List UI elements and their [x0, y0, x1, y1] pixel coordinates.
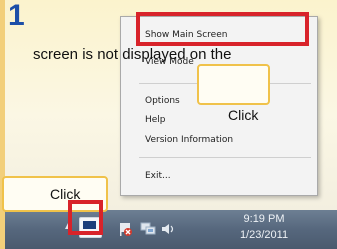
- clock-date: 1/23/2011: [239, 229, 289, 241]
- network-icon[interactable]: [140, 222, 156, 236]
- windows-taskbar: ▲ 9:19 PM 1/23/2011: [5, 210, 337, 249]
- click-callout-menu: [197, 64, 270, 105]
- menu-item-help[interactable]: Help: [145, 115, 166, 125]
- taskbar-clock[interactable]: 9:19 PM 1/23/2011: [228, 211, 300, 242]
- highlight-tray-icon: [68, 200, 103, 235]
- step-number: 1: [8, 0, 25, 32]
- action-center-flag-icon[interactable]: [118, 222, 133, 236]
- clock-time: 9:19 PM: [243, 213, 285, 225]
- menu-separator: [139, 157, 311, 158]
- click-label-tray: Click: [50, 186, 81, 202]
- screenshot-stage: 1 screen is not displayed on the Show Ma…: [0, 0, 337, 249]
- instruction-caption: screen is not displayed on the: [33, 46, 232, 63]
- menu-item-options[interactable]: Options: [145, 96, 180, 106]
- click-label-menu: Click: [228, 107, 259, 123]
- volume-icon[interactable]: [161, 223, 175, 235]
- menu-item-exit[interactable]: Exit...: [145, 171, 171, 181]
- menu-item-version-information[interactable]: Version Information: [145, 135, 233, 145]
- highlight-show-main-screen: [136, 12, 309, 46]
